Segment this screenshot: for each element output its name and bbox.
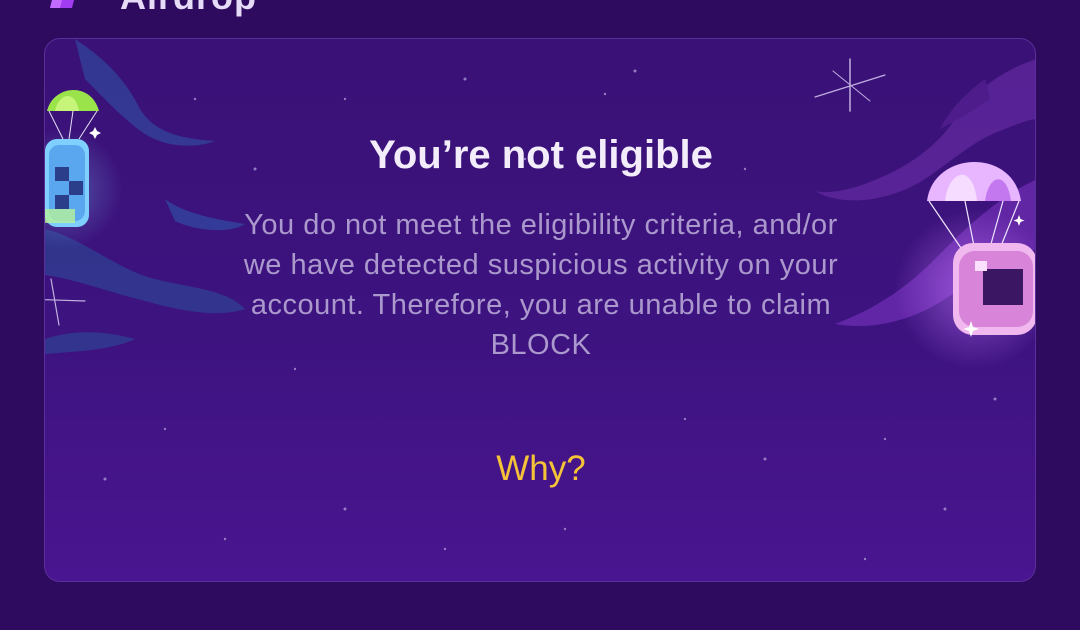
why-link-container: Why? — [45, 449, 1035, 489]
not-eligible-card: You’re not eligible You do not meet the … — [44, 38, 1036, 582]
why-link[interactable]: Why? — [496, 449, 585, 488]
header: Airdrop — [0, 0, 1080, 40]
not-eligible-title: You’re not eligible — [369, 133, 713, 177]
parachute-chip-icon — [895, 161, 1035, 369]
eligibility-message: You do not meet the eligibility criteria… — [243, 209, 839, 361]
page-title: Airdrop — [120, 0, 257, 18]
gem-logo-icon — [50, 0, 74, 8]
